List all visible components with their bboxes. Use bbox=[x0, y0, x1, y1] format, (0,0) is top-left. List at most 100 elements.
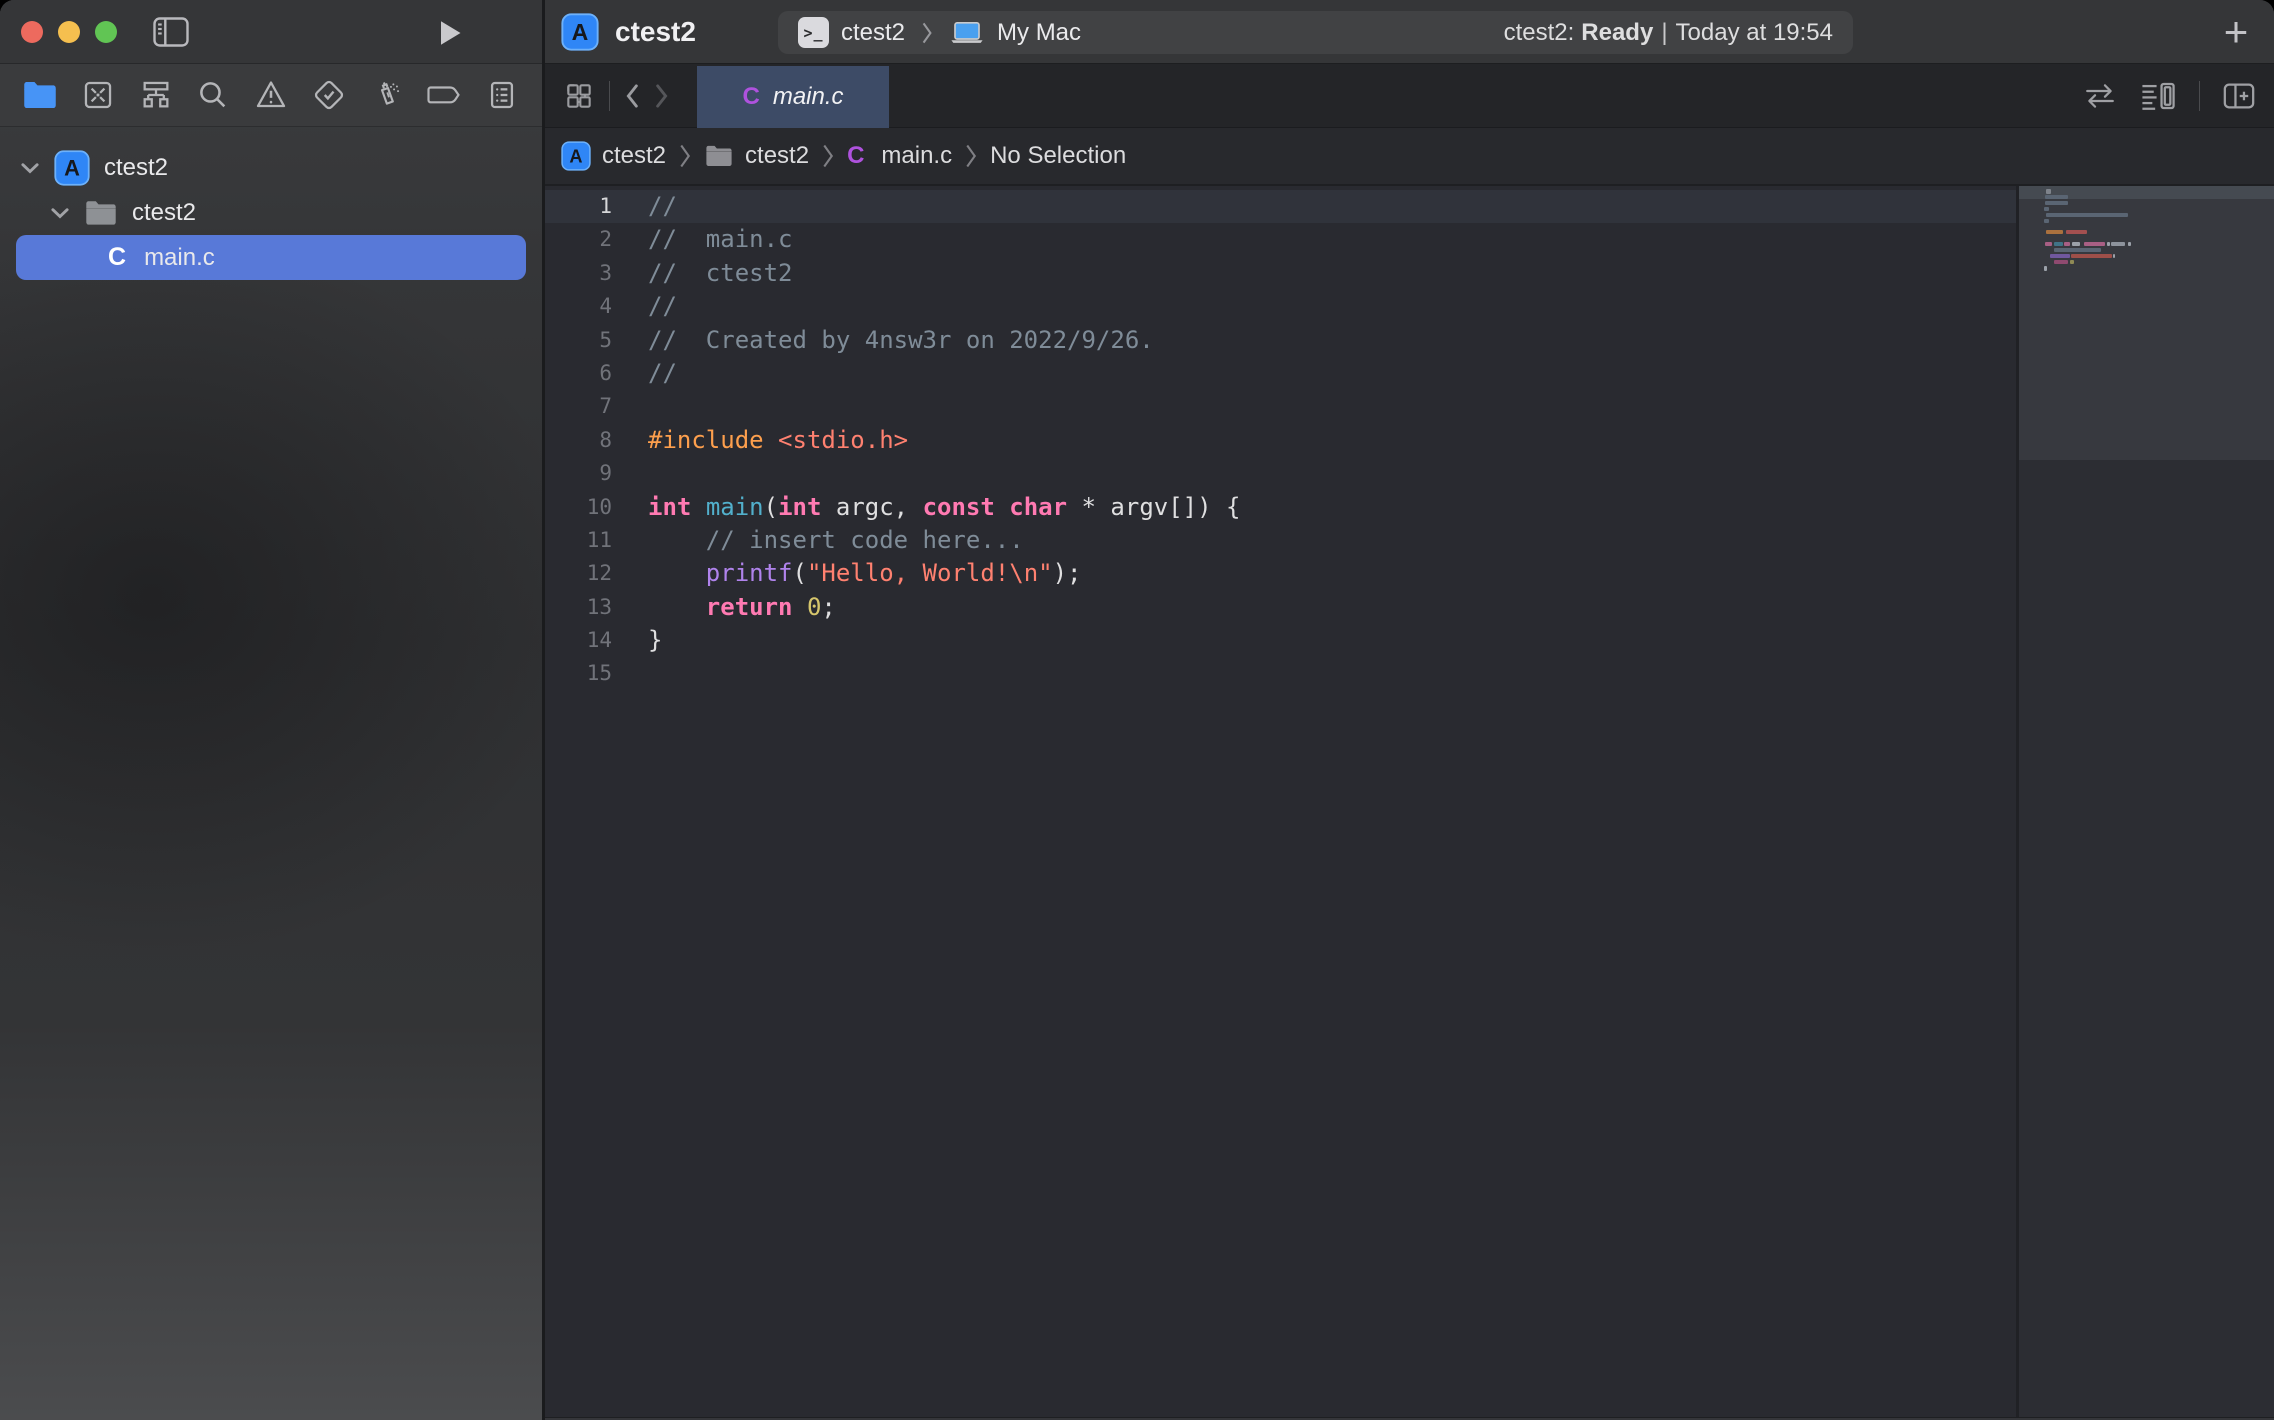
scheme-selector[interactable]: >_ ctest2 My Mac bbox=[798, 17, 1081, 48]
code-text: // bbox=[648, 357, 677, 390]
report-navigator-icon[interactable] bbox=[474, 71, 530, 119]
folder-icon bbox=[84, 199, 118, 227]
tree-row-file-selected[interactable]: C main.c bbox=[16, 235, 526, 280]
code-line-2[interactable]: 2// main.c bbox=[545, 223, 2016, 256]
code-review-icon[interactable] bbox=[2083, 81, 2117, 111]
symbol-navigator-icon[interactable] bbox=[128, 71, 184, 119]
tree-row-group[interactable]: ctest2 bbox=[0, 190, 542, 235]
minimap-code-bar bbox=[2111, 242, 2125, 246]
minimap-code-bar bbox=[2064, 242, 2070, 246]
close-window-button[interactable] bbox=[21, 21, 43, 43]
scheme-target-label[interactable]: ctest2 bbox=[841, 19, 905, 47]
svg-text:A: A bbox=[569, 146, 582, 166]
minimap-code-bar bbox=[2054, 248, 2101, 252]
minimap-code-bar bbox=[2044, 207, 2049, 211]
scheme-destination-label[interactable]: My Mac bbox=[997, 19, 1081, 47]
folder-icon bbox=[704, 144, 734, 168]
destination-laptop-icon bbox=[949, 20, 985, 46]
jumpbar-file[interactable]: main.c bbox=[881, 142, 952, 170]
code-line-14[interactable]: 14} bbox=[545, 624, 2016, 657]
minimap-code-bar bbox=[2045, 201, 2068, 205]
jumpbar-project[interactable]: ctest2 bbox=[602, 142, 666, 170]
code-line-10[interactable]: 10int main(int argc, const char * argv[]… bbox=[545, 491, 2016, 524]
library-add-button[interactable]: + bbox=[2214, 8, 2258, 56]
minimap-code-bar bbox=[2046, 213, 2128, 217]
code-line-13[interactable]: 13 return 0; bbox=[545, 591, 2016, 624]
app-project-icon: A bbox=[54, 150, 90, 186]
minimap-code-bar bbox=[2066, 230, 2087, 234]
navigator-icon-bar bbox=[0, 64, 542, 127]
code-line-1[interactable]: 1// bbox=[545, 190, 2016, 223]
back-chevron-icon[interactable] bbox=[624, 83, 640, 109]
breakpoint-navigator-icon[interactable] bbox=[416, 71, 472, 119]
chevron-right-icon bbox=[921, 22, 933, 44]
line-number: 1 bbox=[545, 190, 612, 223]
code-line-5[interactable]: 5 // Created by 4nsw3r on 2022/9/26. bbox=[545, 324, 2016, 357]
find-navigator-icon[interactable] bbox=[185, 71, 241, 119]
line-number: 13 bbox=[545, 591, 612, 624]
code-line-15[interactable]: 15 bbox=[545, 657, 2016, 690]
sidebar-titlebar bbox=[0, 0, 542, 64]
minimap-code-bar bbox=[2084, 242, 2105, 246]
code-line-8[interactable]: 8#include <stdio.h> bbox=[545, 424, 2016, 457]
debug-navigator-icon[interactable] bbox=[359, 71, 415, 119]
line-number: 10 bbox=[545, 491, 612, 524]
source-editor[interactable]: 1//2// main.c3// ctest24//5// Created by… bbox=[545, 186, 2016, 1420]
divider bbox=[609, 81, 610, 111]
minimap-options-icon[interactable] bbox=[2139, 79, 2177, 113]
issue-navigator-icon[interactable] bbox=[243, 71, 299, 119]
code-line-11[interactable]: 11 // insert code here... bbox=[545, 524, 2016, 557]
editor-options bbox=[2083, 79, 2256, 113]
run-button[interactable] bbox=[435, 18, 465, 53]
toggle-sidebar-icon[interactable] bbox=[153, 17, 189, 47]
tab-label: main.c bbox=[773, 83, 844, 111]
jumpbar-group[interactable]: ctest2 bbox=[745, 142, 809, 170]
c-file-icon: C bbox=[742, 83, 759, 111]
line-number: 5 bbox=[545, 324, 612, 357]
chevron-right-icon bbox=[822, 144, 834, 168]
code-line-9[interactable]: 9 bbox=[545, 457, 2016, 490]
disclosure-chevron-icon[interactable] bbox=[50, 206, 70, 220]
add-editor-icon[interactable] bbox=[2222, 81, 2256, 111]
minimize-window-button[interactable] bbox=[58, 21, 80, 43]
forward-chevron-icon[interactable] bbox=[654, 83, 670, 109]
line-number: 2 bbox=[545, 223, 612, 256]
code-line-6[interactable]: 6// bbox=[545, 357, 2016, 390]
minimap-code-bar bbox=[2046, 189, 2051, 194]
tree-file-label: main.c bbox=[144, 244, 215, 272]
code-text: printf("Hello, World!\n"); bbox=[648, 557, 1082, 590]
minimap-code-bar bbox=[2107, 242, 2110, 246]
editor-grid-icon[interactable] bbox=[563, 80, 595, 112]
xcode-window: A ctest2 ctest2 C main.c A ctest2 bbox=[0, 0, 2274, 1420]
project-navigator-icon[interactable] bbox=[12, 71, 68, 119]
navigator-sidebar: A ctest2 ctest2 C main.c bbox=[0, 0, 542, 1420]
code-line-7[interactable]: 7 bbox=[545, 390, 2016, 423]
status-state-text: Ready bbox=[1581, 19, 1653, 47]
line-number: 3 bbox=[545, 257, 612, 290]
line-number: 14 bbox=[545, 624, 612, 657]
status-project-text: ctest2: bbox=[1504, 19, 1575, 47]
tab-main-c[interactable]: C main.c bbox=[697, 66, 889, 128]
code-text: // Created by 4nsw3r on 2022/9/26. bbox=[648, 324, 1154, 357]
tree-row-project[interactable]: A ctest2 bbox=[0, 145, 542, 190]
jump-bar: A ctest2 ctest2 C main.c No Selection bbox=[545, 128, 2274, 186]
status-separator: | bbox=[1661, 19, 1667, 47]
code-line-12[interactable]: 12 printf("Hello, World!\n"); bbox=[545, 557, 2016, 590]
line-number: 8 bbox=[545, 424, 612, 457]
minimap-code-bar bbox=[2050, 254, 2070, 258]
minimap[interactable] bbox=[2019, 186, 2274, 1420]
source-control-navigator-icon[interactable] bbox=[70, 71, 126, 119]
zoom-window-button[interactable] bbox=[95, 21, 117, 43]
app-project-icon: A bbox=[561, 13, 599, 51]
toolbar-scheme-status-pill: >_ ctest2 My Mac ctest2: Ready | Today a… bbox=[778, 11, 1853, 54]
code-line-4[interactable]: 4// bbox=[545, 290, 2016, 323]
minimap-document[interactable] bbox=[2019, 186, 2274, 460]
test-navigator-icon[interactable] bbox=[301, 71, 357, 119]
c-file-icon: C bbox=[847, 142, 864, 170]
disclosure-chevron-icon[interactable] bbox=[20, 161, 40, 175]
code-line-3[interactable]: 3// ctest2 bbox=[545, 257, 2016, 290]
code-text: // insert code here... bbox=[648, 524, 1024, 557]
main-area: A ctest2 >_ ctest2 My Mac ctest2: Ready … bbox=[542, 0, 2274, 1420]
activity-status[interactable]: ctest2: Ready | Today at 19:54 bbox=[1504, 19, 1833, 47]
jumpbar-selection[interactable]: No Selection bbox=[990, 142, 1126, 170]
